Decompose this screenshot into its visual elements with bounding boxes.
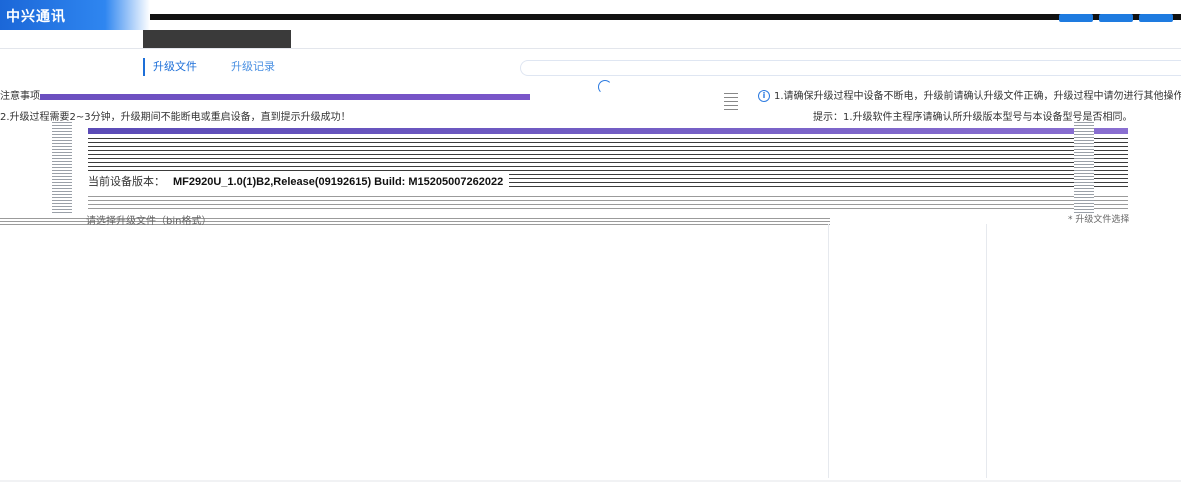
tab-upgrade-record[interactable]: 升级记录 <box>205 58 301 76</box>
header-actions <box>1059 14 1173 26</box>
warning-highlight <box>40 94 530 100</box>
logo[interactable]: 中兴通讯 <box>0 0 150 30</box>
panel-bottom-lines <box>88 196 1128 210</box>
panel-header-bar <box>88 128 1128 134</box>
panel-right-strip <box>1074 122 1094 214</box>
header-action-2[interactable] <box>1099 14 1133 22</box>
version-value: MF2920U_1.0(1)B2,Release(09192615) Build… <box>173 176 504 188</box>
logo-text: 中兴通讯 <box>6 9 66 25</box>
file-select-row: 请选择升级文件（bin格式） <box>0 212 1181 232</box>
version-row: 当前设备版本： MF2920U_1.0(1)B2,Release(09192615… <box>88 174 510 190</box>
tab-bar: 升级文件 升级记录 <box>143 58 301 76</box>
warning-text: 1.请确保升级过程中设备不断电，升级前请确认升级文件正确，升级过程中请勿进行其他… <box>774 91 1181 102</box>
nav-divider <box>0 48 1181 49</box>
version-label: 当前设备版本： <box>88 175 165 188</box>
warning-row: 注意事项 i 1.请确保升级过程中设备不断电，升级前请确认升级文件正确，升级过程… <box>0 90 1181 104</box>
app-header: 中兴通讯 <box>0 0 1181 30</box>
header-action-3[interactable] <box>1139 14 1173 22</box>
version-panel: 当前设备版本： MF2920U_1.0(1)B2,Release(09192615… <box>52 122 1128 214</box>
bottom-divider <box>0 480 1181 482</box>
column-divider-2 <box>986 224 987 478</box>
nav-active-item[interactable] <box>143 30 291 48</box>
tab-upgrade-file[interactable]: 升级文件 <box>143 58 205 76</box>
file-select-hint: * 升级文件选择 <box>1068 215 1130 225</box>
warning-title: 注意事项 <box>0 91 40 102</box>
header-menu-bar <box>150 14 1181 20</box>
tab-pill-outline <box>520 60 1181 76</box>
column-divider-1 <box>828 224 829 478</box>
info-icon: i <box>758 90 770 102</box>
file-select-text: 请选择升级文件（bin格式） <box>86 216 212 227</box>
panel-left-strip <box>52 122 72 214</box>
header-action-1[interactable] <box>1059 14 1093 22</box>
